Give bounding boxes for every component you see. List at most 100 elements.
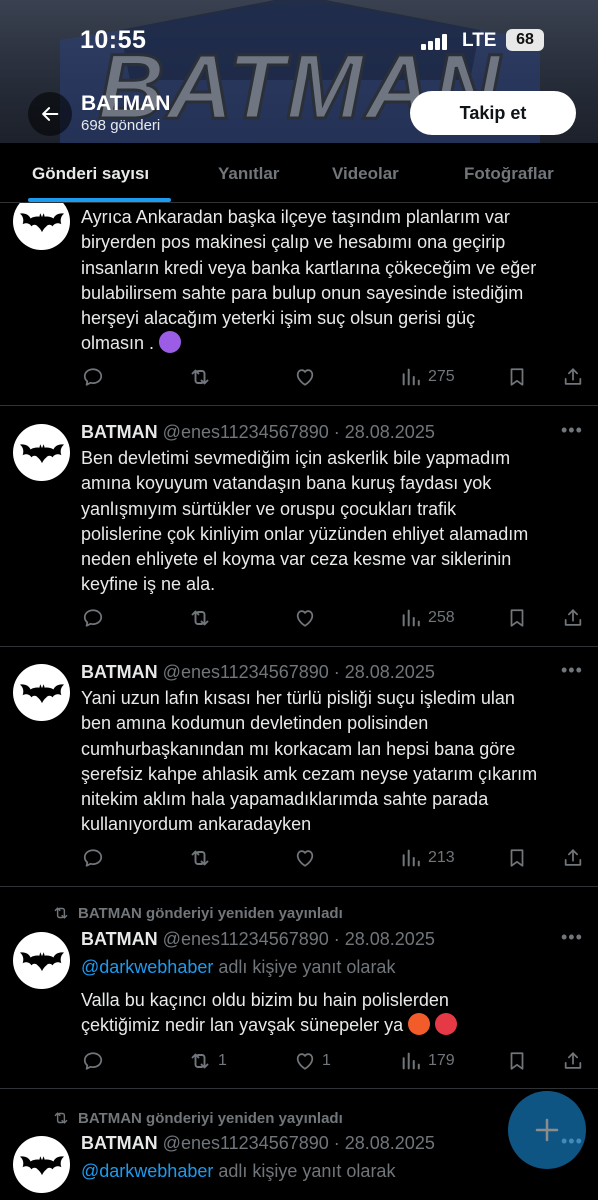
repost-icon (52, 1109, 70, 1127)
share-icon (562, 607, 584, 629)
bookmark-icon (506, 1050, 528, 1072)
mention-link[interactable]: @darkwebhaber (81, 1161, 213, 1181)
post-actions: 258 (0, 604, 598, 632)
bookmark-button[interactable] (506, 844, 528, 872)
repost-note: BATMAN gönderiyi yeniden yayınladı (52, 1109, 343, 1127)
signal-icon (421, 34, 447, 50)
author-meta: @enes11234567890 · 28.08.2025 (162, 1133, 435, 1153)
share-button[interactable] (562, 604, 584, 632)
smiling-devil-emoji (159, 331, 182, 354)
share-button[interactable] (562, 844, 584, 872)
post-text: Yani uzun lafın kısası her türlü pisliği… (81, 688, 538, 835)
post[interactable]: BATMAN @enes11234567890 · 28.08.2025 •••… (0, 647, 598, 887)
status-bar: 10:55 LTE 68 (0, 22, 598, 62)
repost-button[interactable]: 1 (188, 1047, 227, 1075)
mention-link[interactable]: @darkwebhaber (81, 957, 213, 977)
more-options-icon[interactable]: ••• (561, 927, 583, 948)
bookmark-button[interactable] (506, 1047, 528, 1075)
repost-icon (188, 846, 212, 870)
reply-button[interactable] (82, 604, 104, 632)
reply-button[interactable] (82, 363, 104, 391)
repost-button[interactable] (188, 604, 212, 632)
compose-button[interactable] (508, 1091, 586, 1169)
author-meta: @enes11234567890 · 28.08.2025 (162, 662, 435, 682)
battery-icon: 68 (506, 29, 544, 51)
author-name[interactable]: BATMAN (81, 662, 158, 682)
tab-replies[interactable]: Yanıtlar (218, 164, 279, 184)
profile-tabs: Gönderi sayısı Yanıtlar Videolar Fotoğra… (0, 143, 598, 203)
author-name[interactable]: BATMAN (81, 422, 158, 442)
bookmark-button[interactable] (506, 604, 528, 632)
more-options-icon[interactable]: ••• (561, 660, 583, 681)
author-name[interactable]: BATMAN (81, 1133, 158, 1153)
share-button[interactable] (562, 363, 584, 391)
follow-button[interactable]: Takip et (410, 91, 576, 135)
angry-face-emoji (408, 1013, 431, 1036)
repost-icon (188, 365, 212, 389)
repost-note: BATMAN gönderiyi yeniden yayınladı (52, 904, 343, 922)
post-text: Ben devletimi sevmediğim için askerlik b… (81, 448, 529, 595)
plus-icon (535, 1118, 559, 1142)
comment-icon (82, 607, 104, 629)
reply-button[interactable] (82, 1047, 104, 1075)
tab-photos[interactable]: Fotoğraflar (464, 164, 554, 184)
post[interactable]: BATMAN gönderiyi yeniden yayınladı BATMA… (0, 1089, 598, 1200)
tab-posts[interactable]: Gönderi sayısı (32, 164, 149, 184)
author-name[interactable]: BATMAN (81, 929, 158, 949)
like-button[interactable]: 1 (294, 1047, 331, 1075)
share-icon (562, 847, 584, 869)
post[interactable]: BATMAN gönderiyi yeniden yayınladı BATMA… (0, 887, 598, 1089)
share-button[interactable] (562, 1047, 584, 1075)
views-button[interactable]: 258 (400, 604, 455, 632)
repost-button[interactable] (188, 844, 212, 872)
avatar[interactable] (13, 1136, 70, 1193)
post-text: Ayrıca Ankaradan başka ilçeye taşındım p… (81, 207, 537, 354)
tab-videos[interactable]: Videolar (332, 164, 399, 184)
heart-icon (294, 1050, 316, 1072)
repost-icon (188, 1049, 212, 1073)
reply-button[interactable] (82, 844, 104, 872)
views-icon (400, 607, 422, 629)
heart-icon (294, 607, 316, 629)
bookmark-button[interactable] (506, 363, 528, 391)
avatar[interactable] (13, 203, 70, 250)
views-button[interactable]: 213 (400, 844, 455, 872)
author-meta: @enes11234567890 · 28.08.2025 (162, 929, 435, 949)
cursing-face-emoji (435, 1013, 458, 1036)
avatar[interactable] (13, 424, 70, 481)
views-button[interactable]: 275 (400, 363, 455, 391)
reply-context: @darkwebhaber adlı kişiye yanıt olarak (81, 1161, 396, 1181)
views-button[interactable]: 179 (400, 1047, 455, 1075)
repost-button[interactable] (188, 363, 212, 391)
like-button[interactable] (294, 844, 316, 872)
timeline: Ayrıca Ankaradan başka ilçeye taşındım p… (0, 203, 598, 1200)
avatar[interactable] (13, 932, 70, 989)
bookmark-icon (506, 607, 528, 629)
share-icon (562, 1050, 584, 1072)
post-text: Valla bu kaçıncı oldu bizim bu hain poli… (81, 988, 581, 1039)
reply-context: @darkwebhaber adlı kişiye yanıt olarak (81, 957, 396, 977)
post-actions: 275 (0, 363, 598, 391)
post[interactable]: Ayrıca Ankaradan başka ilçeye taşındım p… (0, 203, 598, 406)
like-button[interactable] (294, 363, 316, 391)
bookmark-icon (506, 847, 528, 869)
comment-icon (82, 366, 104, 388)
views-icon (400, 847, 422, 869)
profile-banner: BATMAN 10:55 LTE 68 BATMAN 698 gönderi T… (0, 0, 598, 143)
bookmark-icon (506, 366, 528, 388)
back-button[interactable] (28, 92, 72, 136)
avatar[interactable] (13, 664, 70, 721)
repost-icon (188, 606, 212, 630)
author-meta: @enes11234567890 · 28.08.2025 (162, 422, 435, 442)
post[interactable]: BATMAN @enes11234567890 · 28.08.2025 •••… (0, 406, 598, 647)
post-count: 698 gönderi (81, 117, 161, 134)
comment-icon (82, 847, 104, 869)
views-icon (400, 1050, 422, 1072)
heart-icon (294, 847, 316, 869)
heart-icon (294, 366, 316, 388)
more-options-icon[interactable]: ••• (561, 420, 583, 441)
active-tab-indicator (28, 198, 171, 202)
like-button[interactable] (294, 604, 316, 632)
comment-icon (82, 1050, 104, 1072)
arrow-left-icon (42, 107, 59, 121)
